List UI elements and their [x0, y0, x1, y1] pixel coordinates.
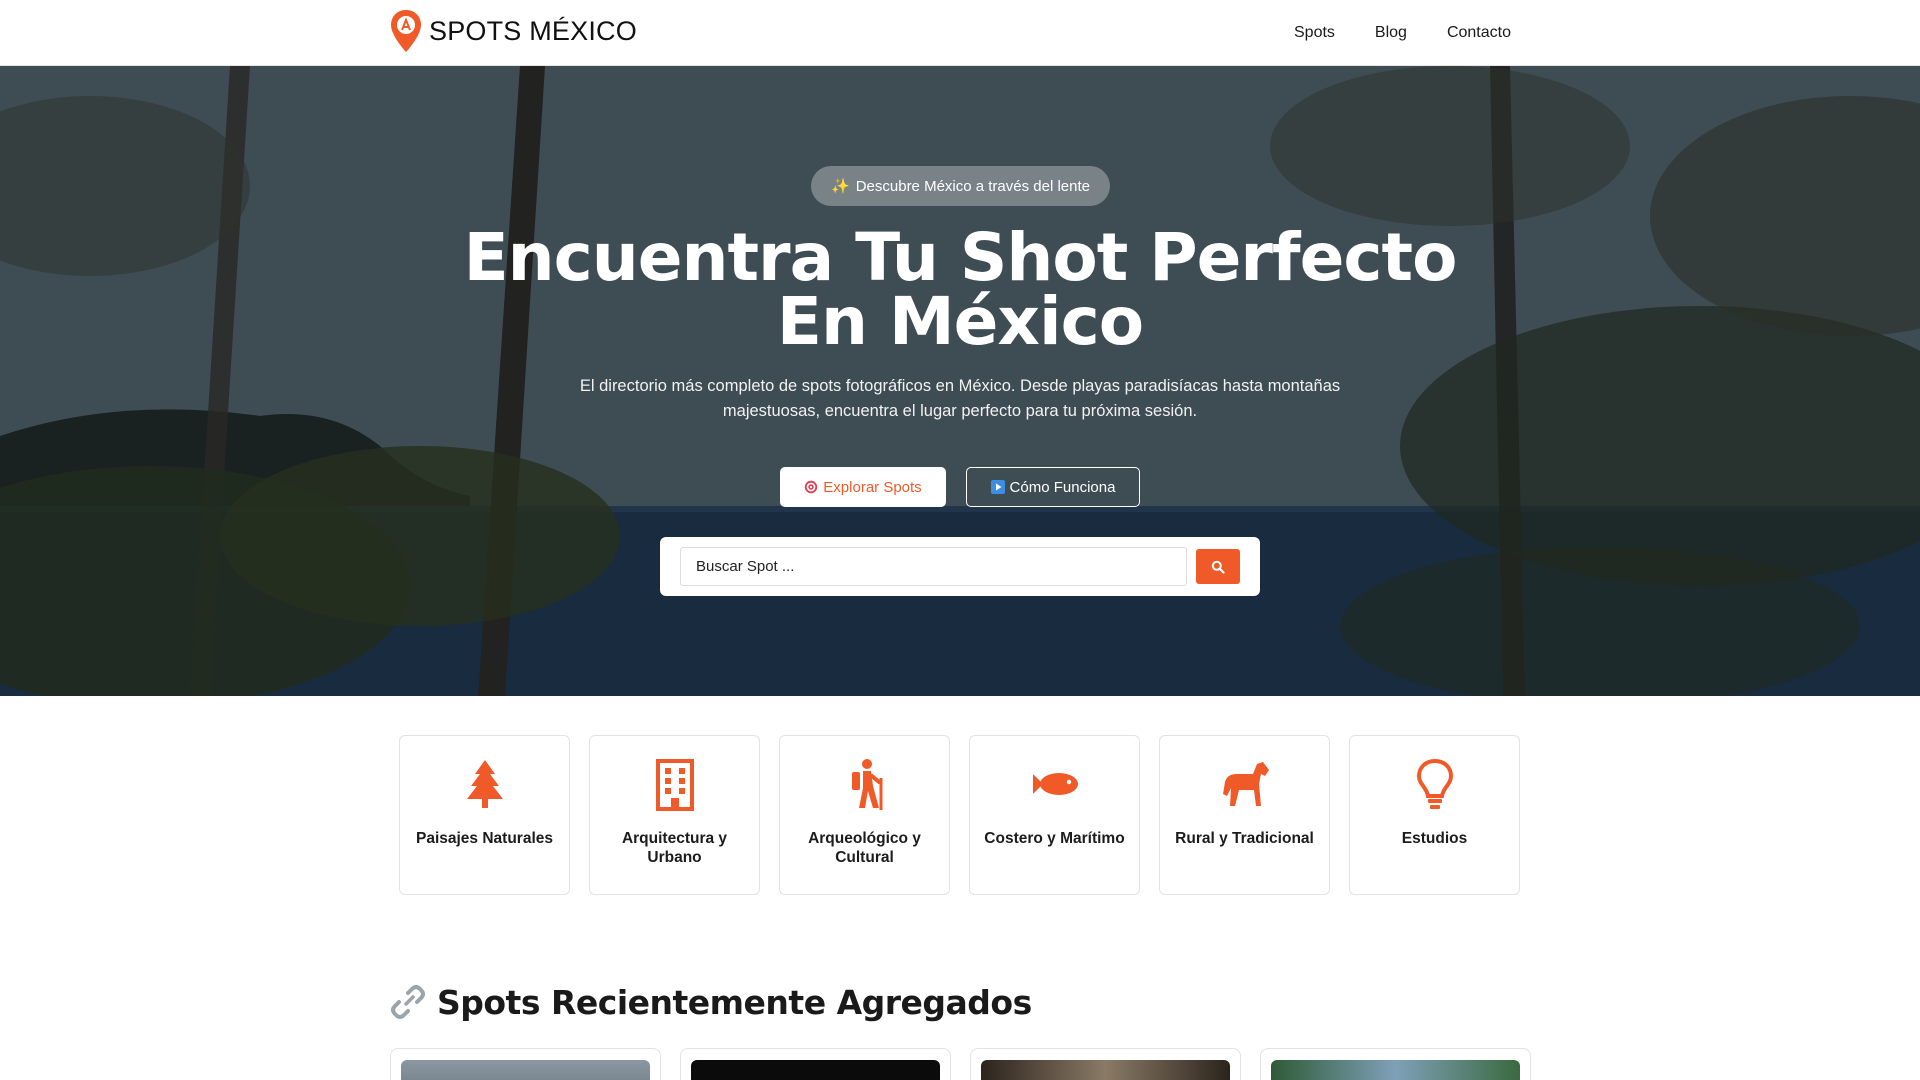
- category-grid: Paisajes Naturales Arquitectura y Urbano…: [399, 735, 1521, 895]
- play-icon: [990, 480, 1005, 494]
- sparkles-icon: ✨: [831, 178, 850, 195]
- category-label: Estudios: [1401, 830, 1468, 847]
- search-icon: [1211, 560, 1225, 574]
- hero-title: Encuentra Tu Shot Perfecto En México: [460, 225, 1460, 355]
- category-card-arquitectura[interactable]: Arquitectura y Urbano: [589, 735, 760, 895]
- spot-card-image: [401, 1060, 650, 1080]
- explore-spots-label: Explorar Spots: [823, 478, 922, 496]
- category-card-costero[interactable]: Costero y Marítimo: [969, 735, 1140, 895]
- hero-title-line-2: En México: [776, 283, 1144, 360]
- recent-spots-heading: Spots Recientemente Agregados: [391, 980, 1032, 1024]
- category-card-arqueologico[interactable]: Arqueológico y Cultural: [779, 735, 950, 895]
- how-it-works-button[interactable]: Cómo Funciona: [966, 467, 1140, 507]
- category-card-rural[interactable]: Rural y Tradicional: [1159, 735, 1330, 895]
- search-input[interactable]: [680, 547, 1187, 586]
- spot-card-image: [1271, 1060, 1520, 1080]
- brand-name: SPOTS MÉXICO: [429, 15, 637, 46]
- category-label: Costero y Marítimo: [984, 830, 1125, 847]
- search-button[interactable]: [1196, 549, 1240, 584]
- map-pin-icon: [391, 10, 421, 52]
- horse-icon: [1222, 762, 1269, 806]
- spot-card[interactable]: [970, 1048, 1241, 1080]
- hero-badge-text: Descubre México a través del lente: [855, 177, 1090, 195]
- link-icon: [391, 985, 425, 1019]
- spot-card[interactable]: [680, 1048, 951, 1080]
- target-icon: [805, 480, 818, 494]
- hero-subtitle: El directorio más completo de spots foto…: [579, 377, 1341, 420]
- lightbulb-icon: [1416, 758, 1453, 809]
- tree-icon: [466, 760, 503, 808]
- explore-spots-button[interactable]: Explorar Spots: [780, 467, 946, 507]
- recent-spots-title: Spots Recientemente Agregados: [437, 982, 1032, 1022]
- category-card-estudios[interactable]: Estudios: [1349, 735, 1520, 895]
- spot-card[interactable]: [1260, 1048, 1531, 1080]
- search-bar: [660, 537, 1260, 596]
- spot-card-image: [981, 1060, 1230, 1080]
- category-label: Arqueológico y Cultural: [808, 830, 921, 866]
- hero-badge: ✨ Descubre México a través del lente: [811, 166, 1110, 206]
- top-navbar: SPOTS MÉXICO Spots Blog Contacto: [0, 0, 1920, 66]
- nav-link-blog[interactable]: Blog: [1375, 24, 1407, 42]
- category-card-paisajes[interactable]: Paisajes Naturales: [399, 735, 570, 895]
- nav-links: Spots Blog Contacto: [1294, 0, 1511, 66]
- brand-logo[interactable]: SPOTS MÉXICO: [389, 9, 637, 53]
- category-label: Paisajes Naturales: [415, 830, 553, 847]
- category-label: Rural y Tradicional: [1175, 830, 1314, 847]
- hero-section: ✨ Descubre México a través del lente Enc…: [0, 66, 1920, 696]
- hiker-icon: [851, 759, 882, 810]
- spot-card-image: [691, 1060, 940, 1080]
- category-label: Arquitectura y Urbano: [621, 830, 728, 866]
- nav-link-spots[interactable]: Spots: [1294, 24, 1335, 42]
- nav-link-contacto[interactable]: Contacto: [1447, 24, 1511, 42]
- spot-card[interactable]: [390, 1048, 661, 1080]
- how-it-works-label: Cómo Funciona: [1009, 478, 1116, 496]
- fish-icon: [1032, 773, 1078, 795]
- building-icon: [655, 759, 694, 811]
